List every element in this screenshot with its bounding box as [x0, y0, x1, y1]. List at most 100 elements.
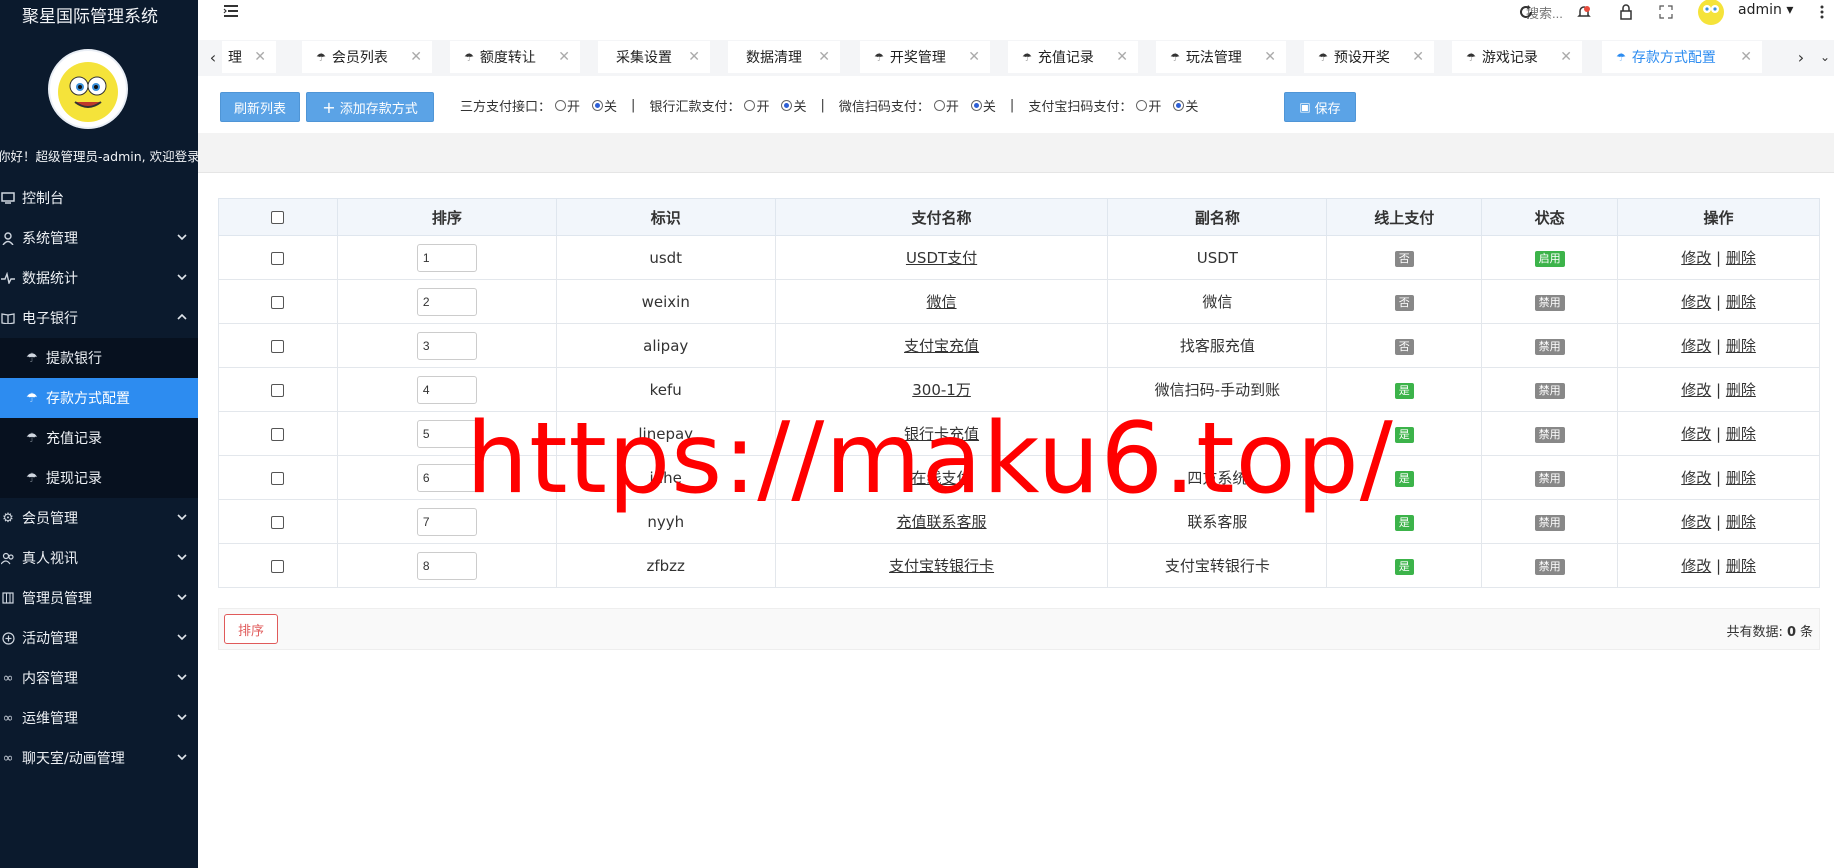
delete-link[interactable]: 删除: [1726, 249, 1756, 267]
close-icon[interactable]: ✕: [1412, 49, 1424, 65]
edit-link[interactable]: 修改: [1681, 337, 1711, 355]
tab-item[interactable]: ☂ 预设开奖 ✕: [1304, 41, 1434, 73]
sidebar-item-content[interactable]: ∞ 内容管理: [0, 658, 198, 698]
sort-order-input[interactable]: [416, 463, 477, 492]
payment-name-link[interactable]: 支付宝转银行卡: [889, 557, 994, 575]
payment-name-link[interactable]: USDT支付: [906, 249, 977, 267]
delete-link[interactable]: 删除: [1726, 425, 1756, 443]
refresh-list-button[interactable]: 刷新列表: [220, 92, 300, 122]
more-vertical-icon[interactable]: [1812, 2, 1832, 22]
sidebar-subitem-withdraw-bank[interactable]: ☂ 提款银行: [0, 338, 198, 378]
close-icon[interactable]: ✕: [558, 49, 570, 65]
row-checkbox[interactable]: [271, 295, 285, 309]
avatar[interactable]: [48, 49, 128, 129]
save-button[interactable]: ▣ 保存: [1284, 92, 1356, 122]
sidebar-item-ops[interactable]: ∞ 运维管理: [0, 698, 198, 738]
close-icon[interactable]: ✕: [254, 49, 266, 65]
close-icon[interactable]: ✕: [1560, 49, 1572, 65]
close-icon[interactable]: ✕: [688, 49, 700, 65]
status-badge[interactable]: 禁用: [1534, 515, 1565, 531]
sidebar-item-system[interactable]: 系统管理: [0, 218, 198, 258]
tab-item[interactable]: ☂ 开奖管理 ✕: [860, 41, 990, 73]
sidebar-item-dashboard[interactable]: 控制台: [0, 178, 198, 218]
select-all-checkbox[interactable]: [271, 211, 285, 224]
sidebar-subitem-recharge-records[interactable]: ☂ 充值记录: [0, 418, 198, 458]
radio-on[interactable]: [1136, 100, 1148, 111]
sidebar-item-live-video[interactable]: 真人视讯: [0, 538, 198, 578]
tab-item[interactable]: 采集设置 ✕: [598, 41, 710, 73]
radio-on[interactable]: [933, 100, 945, 111]
close-icon[interactable]: ✕: [1116, 49, 1128, 65]
row-checkbox[interactable]: [271, 559, 285, 573]
sort-order-input[interactable]: [416, 507, 477, 536]
tab-scroll-right-icon[interactable]: ›: [1792, 46, 1810, 68]
edit-link[interactable]: 修改: [1681, 557, 1711, 575]
radio-on[interactable]: [744, 100, 756, 111]
status-badge[interactable]: 禁用: [1534, 383, 1565, 399]
delete-link[interactable]: 删除: [1726, 513, 1756, 531]
user-menu[interactable]: admin ▾: [1738, 2, 1793, 18]
close-icon[interactable]: ✕: [968, 49, 980, 65]
sort-order-input[interactable]: [416, 375, 477, 404]
edit-link[interactable]: 修改: [1681, 513, 1711, 531]
sort-order-input[interactable]: [416, 243, 477, 272]
payment-name-link[interactable]: 支付宝充值: [904, 337, 979, 355]
tab-scroll-left-icon[interactable]: ‹: [204, 46, 222, 68]
sort-order-input[interactable]: [416, 331, 477, 360]
row-checkbox[interactable]: [271, 339, 285, 353]
payment-name-link[interactable]: 充值联系客服: [897, 513, 987, 531]
tab-item[interactable]: 理 ✕: [222, 41, 276, 73]
sort-button[interactable]: 排序: [224, 614, 278, 644]
sidebar-item-chatroom[interactable]: ∞ 聊天室/动画管理: [0, 738, 198, 778]
close-icon[interactable]: ✕: [410, 49, 422, 65]
sort-order-input[interactable]: [416, 551, 477, 580]
radio-off[interactable]: [592, 100, 604, 111]
radio-off[interactable]: [1173, 100, 1185, 111]
refresh-icon[interactable]: [1516, 2, 1536, 22]
sidebar-item-members[interactable]: ⚙ 会员管理: [0, 498, 198, 538]
sort-order-input[interactable]: [416, 287, 477, 316]
status-badge[interactable]: 禁用: [1534, 559, 1565, 575]
row-checkbox[interactable]: [271, 251, 285, 265]
menu-toggle-icon[interactable]: [222, 3, 240, 19]
status-badge[interactable]: 启用: [1534, 251, 1565, 267]
radio-off[interactable]: [781, 100, 793, 111]
tab-item[interactable]: 数据清理 ✕: [728, 41, 840, 73]
sidebar-item-activities[interactable]: 活动管理: [0, 618, 198, 658]
payment-name-link[interactable]: 在线支付: [912, 469, 972, 487]
sidebar-item-ebank[interactable]: 电子银行: [0, 298, 198, 338]
status-badge[interactable]: 禁用: [1534, 295, 1565, 311]
row-checkbox[interactable]: [271, 427, 285, 441]
user-avatar[interactable]: [1696, 0, 1726, 26]
tab-item[interactable]: ☂ 充值记录 ✕: [1008, 41, 1138, 73]
sidebar-item-admins[interactable]: 管理员管理: [0, 578, 198, 618]
sidebar-subitem-withdraw-records[interactable]: ☂ 提现记录: [0, 458, 198, 498]
status-badge[interactable]: 禁用: [1534, 471, 1565, 487]
tab-item-active[interactable]: ☂ 存款方式配置 ✕: [1602, 41, 1762, 73]
tab-item[interactable]: ☂ 会员列表 ✕: [302, 41, 432, 73]
delete-link[interactable]: 删除: [1726, 469, 1756, 487]
row-checkbox[interactable]: [271, 471, 285, 485]
edit-link[interactable]: 修改: [1681, 293, 1711, 311]
status-badge[interactable]: 禁用: [1534, 339, 1565, 355]
fullscreen-icon[interactable]: [1656, 2, 1676, 22]
delete-link[interactable]: 删除: [1726, 293, 1756, 311]
edit-link[interactable]: 修改: [1681, 381, 1711, 399]
edit-link[interactable]: 修改: [1681, 249, 1711, 267]
status-badge[interactable]: 禁用: [1534, 427, 1565, 443]
edit-link[interactable]: 修改: [1681, 425, 1711, 443]
close-icon[interactable]: ✕: [1740, 49, 1752, 65]
lock-icon[interactable]: [1616, 2, 1636, 22]
notification-icon[interactable]: [1574, 2, 1594, 22]
radio-on[interactable]: [555, 100, 567, 111]
row-checkbox[interactable]: [271, 383, 285, 397]
sidebar-item-stats[interactable]: 数据统计: [0, 258, 198, 298]
close-icon[interactable]: ✕: [1264, 49, 1276, 65]
tab-item[interactable]: ☂ 额度转让 ✕: [450, 41, 580, 73]
close-icon[interactable]: ✕: [818, 49, 830, 65]
tab-item[interactable]: ☂ 玩法管理 ✕: [1156, 41, 1286, 73]
payment-name-link[interactable]: 300-1万: [912, 381, 971, 399]
sidebar-subitem-deposit-config[interactable]: ☂ 存款方式配置: [0, 378, 198, 418]
tab-item[interactable]: ☂ 游戏记录 ✕: [1452, 41, 1582, 73]
delete-link[interactable]: 删除: [1726, 557, 1756, 575]
